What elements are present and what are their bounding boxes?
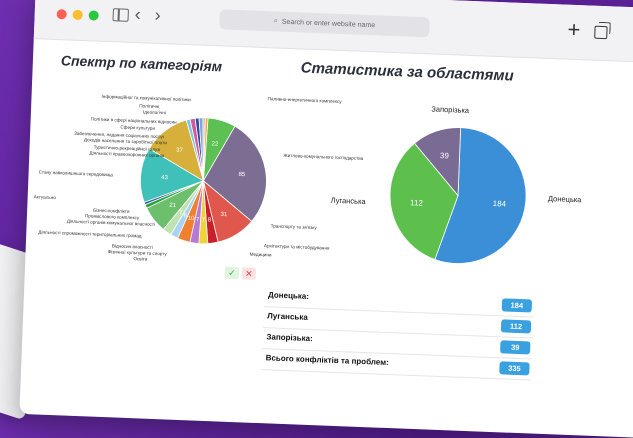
stat-value-badge: 112 bbox=[500, 319, 532, 334]
categories-title: Спектр по категоріям bbox=[60, 52, 223, 75]
category-label: Політичні bbox=[139, 103, 160, 110]
stats-table: Донецька: 184 Луганська 112 Запорізька: … bbox=[261, 286, 535, 381]
pie-slice-value: 31 bbox=[220, 212, 228, 218]
pie-slice-value: 85 bbox=[238, 172, 246, 178]
maximize-window-button[interactable] bbox=[88, 10, 99, 21]
category-label: Ідеологічні bbox=[142, 109, 167, 116]
stat-label: Всього конфліктів та проблем: bbox=[265, 353, 389, 368]
category-label: Стану навколишнього середовища bbox=[38, 169, 114, 178]
category-label: Сфери культури bbox=[120, 124, 156, 131]
minimize-window-button[interactable] bbox=[72, 9, 83, 21]
pie-slice-value: 37 bbox=[176, 148, 184, 154]
category-label: Медицини bbox=[249, 251, 272, 258]
pie-slice-value: 112 bbox=[410, 198, 424, 208]
category-label: Актуально bbox=[33, 194, 57, 201]
pie-slice-value: 10 bbox=[188, 216, 196, 222]
category-label: Інформаційної та комунікативної політики bbox=[101, 93, 191, 103]
region-label-donetska: Донецька bbox=[547, 194, 582, 205]
pie-slice-value: 43 bbox=[161, 175, 169, 181]
address-bar[interactable]: ⌕ Search or enter website name bbox=[219, 9, 430, 38]
page-content: Спектр по категоріям Статистика за облас… bbox=[19, 39, 633, 438]
pie-slice-value: 22 bbox=[211, 141, 219, 147]
back-button[interactable]: ‹ bbox=[134, 4, 141, 25]
sidebar-toggle-icon[interactable] bbox=[112, 8, 129, 22]
stat-label: Запорізька: bbox=[266, 332, 313, 344]
category-label: Транспорту та зв'язку bbox=[270, 223, 317, 231]
stat-label: Луганська bbox=[267, 311, 308, 322]
stat-value-badge: 184 bbox=[501, 298, 533, 313]
search-icon: ⌕ bbox=[273, 17, 279, 25]
confirm-button[interactable]: ✓ bbox=[224, 266, 240, 280]
browser-window: ‹ › ⌕ Search or enter website name + Спе… bbox=[19, 0, 633, 438]
stat-value-badge: 39 bbox=[500, 340, 531, 355]
address-placeholder: Search or enter website name bbox=[281, 18, 376, 29]
pie-slice-value: 184 bbox=[493, 199, 507, 209]
category-label: Паливно-енергетичного комплексу bbox=[267, 96, 342, 105]
regions-pie-chart: 184 112 39 bbox=[389, 127, 527, 264]
stat-value-badge: 335 bbox=[499, 361, 530, 376]
regions-title: Статистика за областями bbox=[300, 59, 515, 85]
stat-label: Донецька: bbox=[267, 290, 310, 301]
close-window-button[interactable] bbox=[56, 9, 67, 20]
new-tab-button[interactable]: + bbox=[567, 17, 581, 43]
forward-button[interactable]: › bbox=[154, 5, 161, 26]
category-label: Житлово-комунального господарства bbox=[283, 152, 364, 161]
region-label-luhanska: Луганська bbox=[330, 195, 366, 207]
pie-slice-value: 21 bbox=[169, 203, 177, 209]
tab-overview-icon[interactable] bbox=[594, 25, 608, 40]
region-label-zaporizka: Запорізька bbox=[431, 104, 470, 115]
category-label: Освіти bbox=[133, 256, 148, 262]
cancel-button[interactable]: ✕ bbox=[241, 267, 257, 280]
pie-slice-value: 39 bbox=[440, 151, 450, 160]
